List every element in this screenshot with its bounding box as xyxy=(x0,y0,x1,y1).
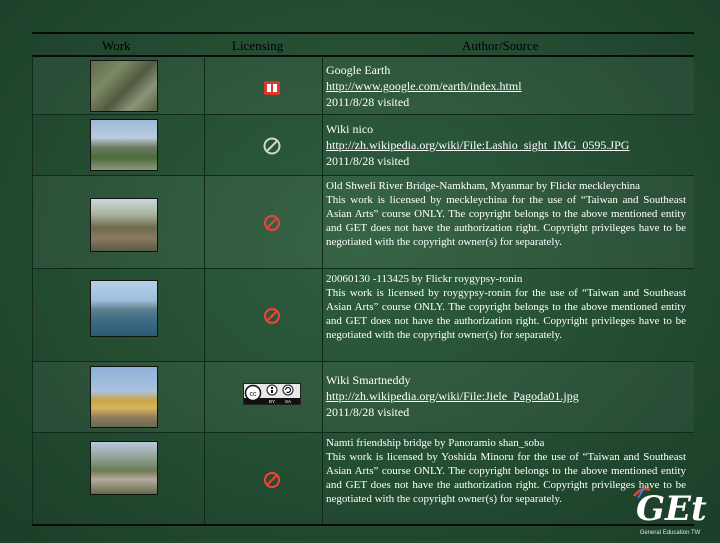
public-domain-icon xyxy=(242,77,302,99)
namti-bridge-image xyxy=(90,441,158,495)
cc-badge-cc: cc xyxy=(250,391,258,398)
table-row: Namti friendship bridge by Panoramio sha… xyxy=(32,433,694,525)
license-text: This work is licensed by meckleychina fo… xyxy=(326,194,686,248)
source-link[interactable]: http://zh.wikipedia.org/wiki/File:Jiele_… xyxy=(326,388,686,404)
shweli-bridge-image xyxy=(90,198,158,252)
source-name: Wiki nico xyxy=(326,122,374,136)
jiele-pagoda-image xyxy=(90,366,158,428)
cc-by-sa-icon: cc BY SA xyxy=(242,382,302,406)
table-row: Google Earth http://www.google.com/earth… xyxy=(32,57,694,115)
source-title: Old Shweli River Bridge-Namkham, Myanmar… xyxy=(326,180,641,192)
header-work: Work xyxy=(102,38,131,53)
table-bottom-rule xyxy=(32,524,694,526)
restricted-icon xyxy=(242,305,302,327)
table-row: Wiki nico http://zh.wikipedia.org/wiki/F… xyxy=(32,115,694,176)
source-link[interactable]: http://www.google.com/earth/index.html xyxy=(326,78,686,94)
cc-badge-by: BY xyxy=(269,399,275,404)
license-text: This work is licensed by roygypsy-ronin … xyxy=(326,287,686,341)
logo-tagline: General Education TW xyxy=(640,530,701,536)
table-row: cc BY SA Wiki Smartneddy http://zh.wikip… xyxy=(32,362,694,433)
table-row: Old Shweli River Bridge-Namkham, Myanmar… xyxy=(32,176,694,269)
visit-date: 2011/8/28 visited xyxy=(326,95,410,109)
visit-date: 2011/8/28 visited xyxy=(326,154,410,168)
header-licensing: Licensing xyxy=(232,38,284,53)
no-copyright-icon xyxy=(242,135,302,157)
column-divider xyxy=(204,56,205,524)
river-landscape-image xyxy=(90,280,158,337)
column-divider xyxy=(322,56,323,524)
restricted-icon xyxy=(242,469,302,491)
source-link[interactable]: http://zh.wikipedia.org/wiki/File:Lashio… xyxy=(326,137,686,153)
satellite-map-image xyxy=(90,60,158,112)
source-name: Google Earth xyxy=(326,63,391,77)
lashio-sight-image xyxy=(90,119,158,171)
column-divider xyxy=(32,56,33,524)
logo-wordmark: GEt xyxy=(636,489,707,529)
table-header: Work Licensing Author/Source xyxy=(32,32,694,56)
visit-date: 2011/8/28 visited xyxy=(326,405,410,419)
header-author-source: Author/Source xyxy=(462,38,539,53)
get-logo: GEt General Education TW xyxy=(624,476,716,538)
source-title: Namti friendship bridge by Panoramio sha… xyxy=(326,437,545,449)
restricted-icon xyxy=(242,212,302,234)
source-name: Wiki Smartneddy xyxy=(326,373,411,387)
table-row: 20060130 -113425 by Flickr roygypsy-roni… xyxy=(32,269,694,362)
cc-badge-sa: SA xyxy=(285,399,291,404)
source-title: 20060130 -113425 by Flickr roygypsy-roni… xyxy=(326,273,523,285)
